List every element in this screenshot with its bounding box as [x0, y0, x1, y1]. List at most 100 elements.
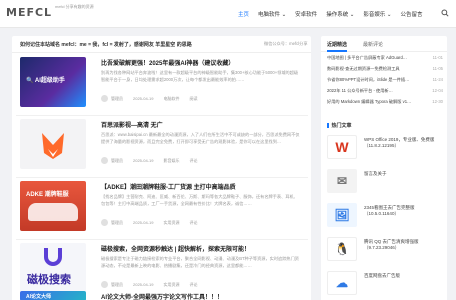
news-date: 12-30 — [432, 99, 443, 104]
qq-penguin-icon: 🐧 — [327, 237, 357, 261]
author[interactable]: 管理员 — [111, 282, 123, 288]
notice-text: 如何记住本站域名 mefcl：me = 我，fcl = 发射了，感谢网友 羊里星… — [20, 42, 192, 48]
date: 2025-04-19 — [133, 220, 154, 225]
article-meta: 管理员 2025-04-19 实用资源 评论 — [101, 281, 207, 288]
hot-item[interactable]: 🖼 2345看图王去广告完整版（10.5.0.11640） — [327, 203, 443, 233]
thumbnail-text: 🔍 AI超级助手 — [26, 78, 65, 84]
top-header: MEFCL mefcl 分享有趣的资源 主页 电脑软件 ⌄ 安卓软件 操作系统 … — [0, 0, 456, 28]
sidebar-tabs: 近期精选 最新评论 — [321, 36, 447, 52]
article-title[interactable]: 百思派影视—高清 无广 — [101, 120, 163, 129]
nav-home[interactable]: 主页 — [238, 10, 249, 18]
article-meta: 管理员 2025-04-19 电脑软件 阅读 — [101, 95, 207, 102]
mail-icon: ✉ — [327, 169, 357, 193]
site-logo[interactable]: MEFCL — [6, 6, 52, 19]
news-title: 中国地图 | 多平台广告屏蔽专家 AdGuard… — [327, 55, 407, 60]
avatar — [101, 95, 108, 102]
avatar — [101, 219, 108, 226]
news-date: 11-01 — [432, 55, 443, 60]
fox-logo-icon — [42, 133, 64, 159]
chevron-down-icon: ⌄ — [386, 12, 392, 18]
date: 2025-04-19 — [133, 282, 154, 287]
article-title[interactable]: 【ADKE】潮田潮牌鞋服-工厂货源 主打中高端品质 — [101, 182, 236, 191]
category[interactable]: 影音娱乐 — [163, 158, 179, 164]
article-title[interactable]: 磁极搜索，全网资源秒触达 | 超快解析，探索无限可能！ — [101, 244, 250, 253]
article-thumbnail[interactable]: ADKE 潮牌鞋服 — [20, 181, 86, 231]
article-meta: 管理员 2025-04-19 实用资源 评论 — [101, 219, 207, 226]
thumbnail-text: AI论文大师 — [26, 294, 52, 300]
article-thumbnail[interactable]: 磁极搜索 — [20, 243, 86, 293]
thumbnail-text: ADKE 潮牌鞋服 — [26, 192, 69, 198]
nav-media[interactable]: 影音娱乐 ⌄ — [363, 10, 391, 18]
views: 评论 — [189, 219, 198, 225]
news-title: 数码影视·查无过期资源—免费检测工具 — [327, 66, 400, 71]
author[interactable]: 管理员 — [111, 158, 123, 164]
article-thumbnail[interactable]: 🔍 AI超级助手 — [20, 57, 86, 107]
hot-item-title: 百度网盘去广告版 — [364, 273, 400, 278]
date: 2025-04-19 — [133, 158, 154, 163]
nav-pc-software[interactable]: 电脑软件 ⌄ — [258, 10, 286, 18]
nav-label: 电脑软件 — [258, 12, 281, 18]
article-title[interactable]: AI论文大师-全网最强万字论文写作工具！！！ — [101, 292, 223, 300]
tab-indicator — [327, 50, 347, 52]
date: 2025-04-19 — [133, 96, 154, 101]
cloud-icon: ☁ — [327, 271, 357, 295]
news-item[interactable]: 节省你80%PPT设计时间，iSlide 是一件插… 11-24 — [327, 77, 443, 83]
search-icon[interactable] — [441, 9, 449, 17]
hot-item-title: 2345看图王去广告完整版（10.5.0.11640） — [364, 205, 415, 216]
thumbnail-text: 磁极搜索 — [27, 274, 71, 286]
nav-os[interactable]: 操作系统 ⌄ — [326, 10, 354, 18]
category[interactable]: 电脑软件 — [163, 96, 179, 102]
list-item[interactable]: AI论文大师 AI论文大师-全网最强万字论文写作工具！！！ — [16, 288, 308, 300]
news-date: 12-04 — [432, 88, 443, 93]
category[interactable]: 实用资源 — [163, 282, 179, 288]
news-title: 节省你80%PPT设计时间，iSlide 是一件插… — [327, 77, 410, 82]
avatar — [101, 281, 108, 288]
news-title: 2022年 11 公众号新平台 - 使用新… — [327, 88, 393, 93]
article-thumbnail[interactable]: AI论文大师 — [20, 291, 86, 300]
news-title: 好用的 Markdown 编辑器 Typora 破解版 v1… — [327, 99, 412, 104]
nav-notice[interactable]: 公告留言 — [401, 10, 423, 18]
hot-item-title: 腾讯 QQ 去广告清爽增强版（9.7.23.29046） — [364, 239, 419, 250]
article-excerpt: 【找名品牌】主营耐克、阿迪、匡威、新百伦、万斯、斯玛等各大品牌鞋子、服饰，还有名… — [101, 194, 298, 206]
shoe-image — [28, 203, 78, 221]
news-item[interactable]: 中国地图 | 多平台广告屏蔽专家 AdGuard… 11-01 — [327, 55, 443, 61]
news-item[interactable]: 2022年 11 公众号新平台 - 使用新… 12-04 — [327, 88, 443, 94]
hot-section-title: 热门文章 — [327, 122, 352, 129]
article-excerpt: 别再为找各种网站平台奔波啦！这里有一款超级平台的神级智能助手，集300+核心功能… — [101, 70, 299, 82]
nav-label: 操作系统 — [326, 12, 349, 18]
category[interactable]: 实用资源 — [163, 220, 179, 226]
list-item[interactable]: 🔍 AI超级助手 比吾爱破解更强！2025年最强AI神器（建议收藏） 别再为找各… — [16, 54, 308, 116]
news-date: 11-24 — [432, 77, 443, 82]
news-item[interactable]: 好用的 Markdown 编辑器 Typora 破解版 v1… 12-30 — [327, 99, 443, 105]
magnet-icon — [44, 248, 62, 266]
article-meta: 管理员 2025-04-19 影音娱乐 评论 — [101, 157, 207, 164]
views: 评论 — [189, 281, 198, 287]
article-thumbnail[interactable] — [20, 119, 86, 169]
hot-item[interactable]: ✉ 留言及关于 — [327, 169, 443, 199]
hot-item-title: WPS Office 2019，专业版、免费版（11.8.2.12195） — [364, 137, 435, 148]
hot-item[interactable]: ☁ 百度网盘去广告版 — [327, 271, 443, 300]
article-list: 如何记住本站域名 mefcl：me = 我，fcl = 发射了，感谢网友 羊里星… — [12, 36, 311, 300]
hot-item[interactable]: W WPS Office 2019，专业版、免费版（11.8.2.12195） — [327, 135, 443, 165]
wechat-label[interactable]: 微信公众号：mefcl分享 — [264, 41, 308, 47]
tab-latest-comments[interactable]: 最新评论 — [363, 41, 383, 48]
article-excerpt: 磁极搜索是专注于磁力链接检索的专业平台，聚合全网影视、动漫、动漫及BT种子等资源… — [101, 256, 299, 268]
notice-bar: 如何记住本站域名 mefcl：me = 我，fcl = 发射了，感谢网友 羊里星… — [12, 36, 311, 53]
news-date: 11-05 — [432, 66, 443, 71]
author[interactable]: 管理员 — [111, 96, 123, 102]
main-nav: 主页 电脑软件 ⌄ 安卓软件 操作系统 ⌄ 影音娱乐 ⌄ 公告留言 — [238, 0, 432, 28]
article-excerpt: 百思派：www.baisipai.cn 最新最全的动漫资源，入了人们在所生活中不… — [101, 132, 300, 144]
wps-icon: W — [327, 135, 357, 159]
nav-android-software[interactable]: 安卓软件 — [295, 10, 317, 18]
author[interactable]: 管理员 — [111, 220, 123, 226]
image-viewer-icon: 🖼 — [327, 203, 357, 227]
list-item[interactable]: 百思派影视—高清 无广 百思派：www.baisipai.cn 最新最全的动漫资… — [16, 116, 308, 178]
tab-featured[interactable]: 近期精选 — [327, 41, 347, 48]
nav-label: 影音娱乐 — [363, 12, 386, 18]
article-title[interactable]: 比吾爱破解更强！2025年最强AI神器（建议收藏） — [101, 58, 234, 67]
news-item[interactable]: 数码影视·查无过期资源—免费检测工具 11-05 — [327, 66, 443, 72]
chevron-down-icon: ⌄ — [349, 12, 355, 18]
list-item[interactable]: ADKE 潮牌鞋服 【ADKE】潮田潮牌鞋服-工厂货源 主打中高端品质 【找名品… — [16, 178, 308, 240]
avatar — [101, 157, 108, 164]
hot-item[interactable]: 🐧 腾讯 QQ 去广告清爽增强版（9.7.23.29046） — [327, 237, 443, 267]
